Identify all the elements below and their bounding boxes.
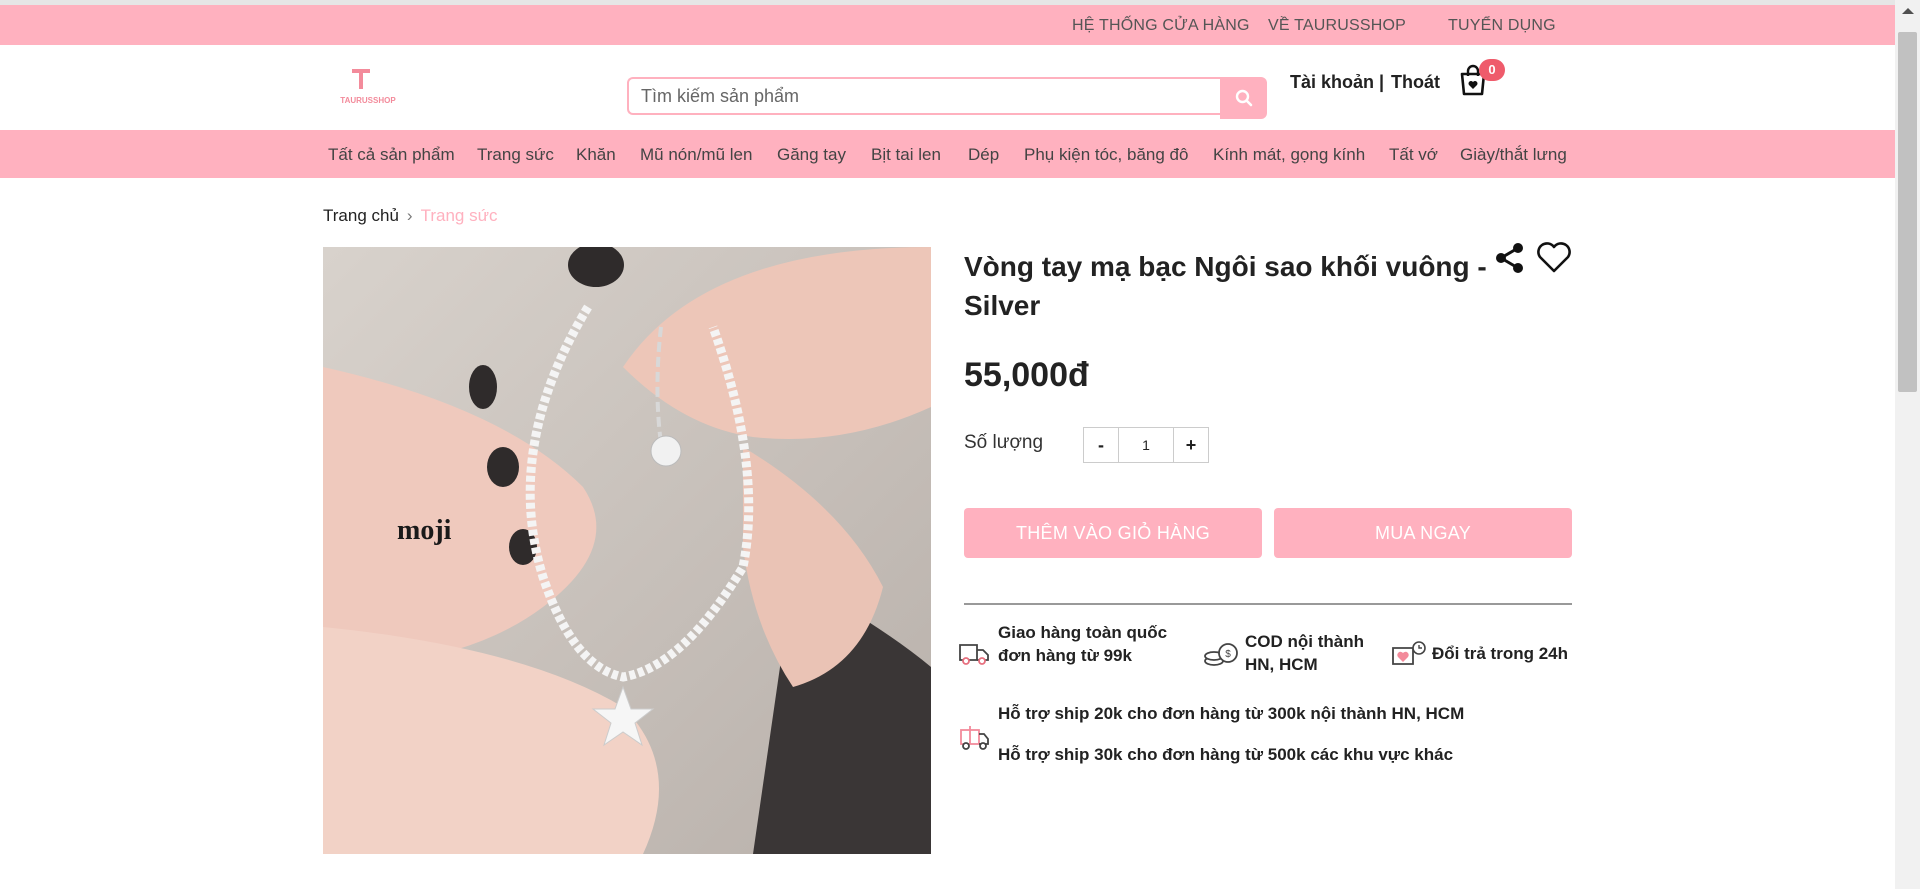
svg-text:$: $	[1225, 649, 1231, 660]
chevron-right-icon: ›	[406, 206, 413, 225]
cod-feature: COD nội thành HN, HCM	[1245, 630, 1364, 676]
scrollbar-thumb[interactable]	[1898, 32, 1917, 392]
product-price: 55,000đ	[964, 356, 1089, 394]
delivery-line-2: đơn hàng từ 99k	[998, 646, 1132, 665]
breadcrumb-home[interactable]: Trang chủ	[323, 206, 399, 225]
nav-item-scarves[interactable]: Khăn	[576, 145, 616, 165]
nav-item-sandals[interactable]: Dép	[968, 145, 999, 165]
header: TAURUSSHOP	[0, 45, 1895, 130]
return-feature: Đổi trả trong 24h	[1432, 644, 1569, 663]
svg-text:moji: moji	[397, 515, 452, 546]
quantity-increase-button[interactable]: +	[1174, 428, 1208, 462]
cod-line-2: HN, HCM	[1245, 655, 1318, 674]
search-button[interactable]	[1220, 77, 1267, 119]
quantity-stepper: - 1 +	[1083, 427, 1209, 463]
breadcrumb: Trang chủ › Trang sức	[323, 206, 497, 226]
delivery-line-1: Giao hàng toàn quốc	[998, 623, 1168, 642]
nav-item-socks[interactable]: Tất vớ	[1389, 145, 1438, 165]
nav-item-shoes-belts[interactable]: Giày/thắt lưng	[1460, 145, 1567, 165]
exchange-return-icon	[1392, 641, 1426, 665]
cod-line-1: COD nội thành	[1245, 632, 1364, 651]
product-title: Vòng tay mạ bạc Ngôi sao khối vuông - Si…	[964, 251, 1487, 321]
delivery-truck-icon	[959, 644, 989, 665]
logo[interactable]: TAURUSSHOP	[322, 59, 414, 117]
account-link[interactable]: Tài khoản |	[1290, 72, 1384, 93]
search-input[interactable]	[627, 77, 1220, 115]
svg-text:TAURUSSHOP: TAURUSSHOP	[340, 96, 396, 105]
coins-icon: $	[1204, 643, 1238, 666]
quantity-input[interactable]: 1	[1118, 428, 1174, 462]
nav-item-hair-accessories[interactable]: Phụ kiện tóc, băng đô	[1024, 145, 1188, 165]
nav-item-all-products[interactable]: Tất cả sản phẩm	[328, 145, 455, 165]
recruitment-link[interactable]: TUYỂN DỤNG	[1448, 17, 1556, 35]
nav-item-earmuffs[interactable]: Bịt tai len	[871, 145, 941, 165]
nav-item-hats[interactable]: Mũ nón/mũ len	[640, 145, 752, 165]
cart-count-badge: 0	[1479, 59, 1505, 81]
shipping-support-line-2: Hỗ trợ ship 30k cho đơn hàng từ 500k các…	[998, 745, 1454, 764]
nav-item-gloves[interactable]: Găng tay	[777, 145, 846, 165]
scroll-up-arrow-icon[interactable]	[1902, 8, 1914, 14]
delivery-feature: Giao hàng toàn quốc đơn hàng từ 99k	[998, 621, 1167, 667]
breadcrumb-current[interactable]: Trang sức	[421, 206, 498, 225]
shipping-support-line-1: Hỗ trợ ship 20k cho đơn hàng từ 300k nội…	[998, 704, 1465, 723]
category-nav: Tất cả sản phẩm Trang sức Khăn Mũ nón/mũ…	[0, 130, 1895, 178]
product-photo: moji	[323, 247, 931, 854]
top-bar: HỆ THỐNG CỬA HÀNG VỀ TAURUSSHOP TUYỂN DỤ…	[0, 5, 1895, 45]
gift-delivery-icon	[960, 726, 989, 750]
divider	[964, 603, 1572, 605]
search-icon	[1235, 89, 1252, 107]
heart-icon[interactable]	[1536, 242, 1572, 274]
search-bar	[627, 77, 1267, 119]
store-system-link[interactable]: HỆ THỐNG CỬA HÀNG	[1072, 17, 1250, 35]
nav-item-jewelry[interactable]: Trang sức	[477, 145, 554, 165]
nav-item-glasses[interactable]: Kính mát, gọng kính	[1213, 145, 1365, 165]
quantity-label: Số lượng	[964, 432, 1044, 453]
logout-link[interactable]: Thoát	[1391, 72, 1440, 93]
buy-now-button[interactable]: MUA NGAY	[1274, 508, 1572, 558]
product-image[interactable]: moji	[323, 247, 931, 854]
share-icon[interactable]	[1494, 242, 1526, 274]
quantity-decrease-button[interactable]: -	[1084, 428, 1118, 462]
about-link[interactable]: VỀ TAURUSSHOP	[1268, 17, 1406, 35]
add-to-cart-button[interactable]: THÊM VÀO GIỎ HÀNG	[964, 508, 1262, 558]
